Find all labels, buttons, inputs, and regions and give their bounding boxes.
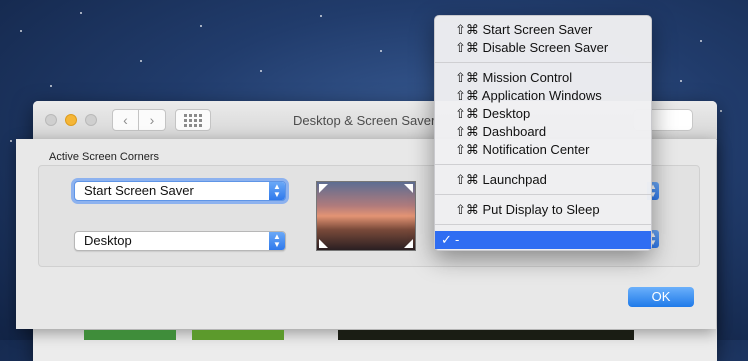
menu-item-put-display-to-sleep[interactable]: ⇧⌘ Put Display to Sleep: [435, 201, 651, 219]
menu-separator: [435, 62, 651, 63]
corner-marker: [404, 184, 413, 193]
bottom-left-corner-value: Desktop: [84, 233, 132, 248]
corner-action-menu: ⇧⌘ Start Screen Saver ⇧⌘ Disable Screen …: [434, 15, 652, 251]
grid-icon: [184, 113, 187, 117]
top-left-corner-value: Start Screen Saver: [84, 183, 194, 198]
menu-item-start-screen-saver[interactable]: ⇧⌘ Start Screen Saver: [435, 21, 651, 39]
wallpaper-thumbnail[interactable]: [192, 330, 284, 340]
minimize-window-button[interactable]: [65, 114, 77, 126]
top-left-corner-popup[interactable]: Start Screen Saver ▲ ▼: [74, 181, 286, 201]
forward-button[interactable]: ›: [139, 109, 166, 131]
corner-marker: [319, 184, 328, 193]
menu-item-disable-screen-saver[interactable]: ⇧⌘ Disable Screen Saver: [435, 39, 651, 57]
desktop-image-preview: [338, 330, 634, 340]
corner-marker: [319, 239, 328, 248]
sheet-title: Active Screen Corners: [49, 151, 160, 163]
corner-marker: [404, 239, 413, 248]
desktop-preview-image: [316, 181, 416, 251]
menu-separator: [435, 164, 651, 165]
updown-arrows-icon: ▲ ▼: [269, 182, 285, 200]
zoom-window-button[interactable]: [85, 114, 97, 126]
back-button[interactable]: ‹: [112, 109, 139, 131]
window-title: Desktop & Screen Saver: [293, 113, 436, 128]
updown-arrows-icon: ▲ ▼: [269, 232, 285, 250]
chevron-left-icon: ‹: [123, 112, 128, 128]
menu-item-dashboard[interactable]: ⇧⌘ Dashboard: [435, 123, 651, 141]
menu-separator: [435, 224, 651, 225]
menu-item-notification-center[interactable]: ⇧⌘ Notification Center: [435, 141, 651, 159]
close-window-button[interactable]: [45, 114, 57, 126]
navigation-buttons: ‹ ›: [112, 109, 166, 131]
menu-item-application-windows[interactable]: ⇧⌘ Application Windows: [435, 87, 651, 105]
ok-button[interactable]: OK: [628, 287, 694, 307]
menu-item-desktop[interactable]: ⇧⌘ Desktop: [435, 105, 651, 123]
menu-separator: [435, 194, 651, 195]
menu-item-none-label: -: [455, 232, 460, 247]
chevron-right-icon: ›: [149, 112, 155, 128]
menu-item-mission-control[interactable]: ⇧⌘ Mission Control: [435, 69, 651, 87]
checkmark-icon: ✓: [441, 232, 452, 247]
bottom-left-corner-popup[interactable]: Desktop ▲ ▼: [74, 231, 286, 251]
menu-item-none[interactable]: ✓ -: [435, 231, 651, 249]
menu-item-launchpad[interactable]: ⇧⌘ Launchpad: [435, 171, 651, 189]
wallpaper-thumbnail[interactable]: [84, 330, 176, 340]
show-all-button[interactable]: [175, 109, 211, 131]
